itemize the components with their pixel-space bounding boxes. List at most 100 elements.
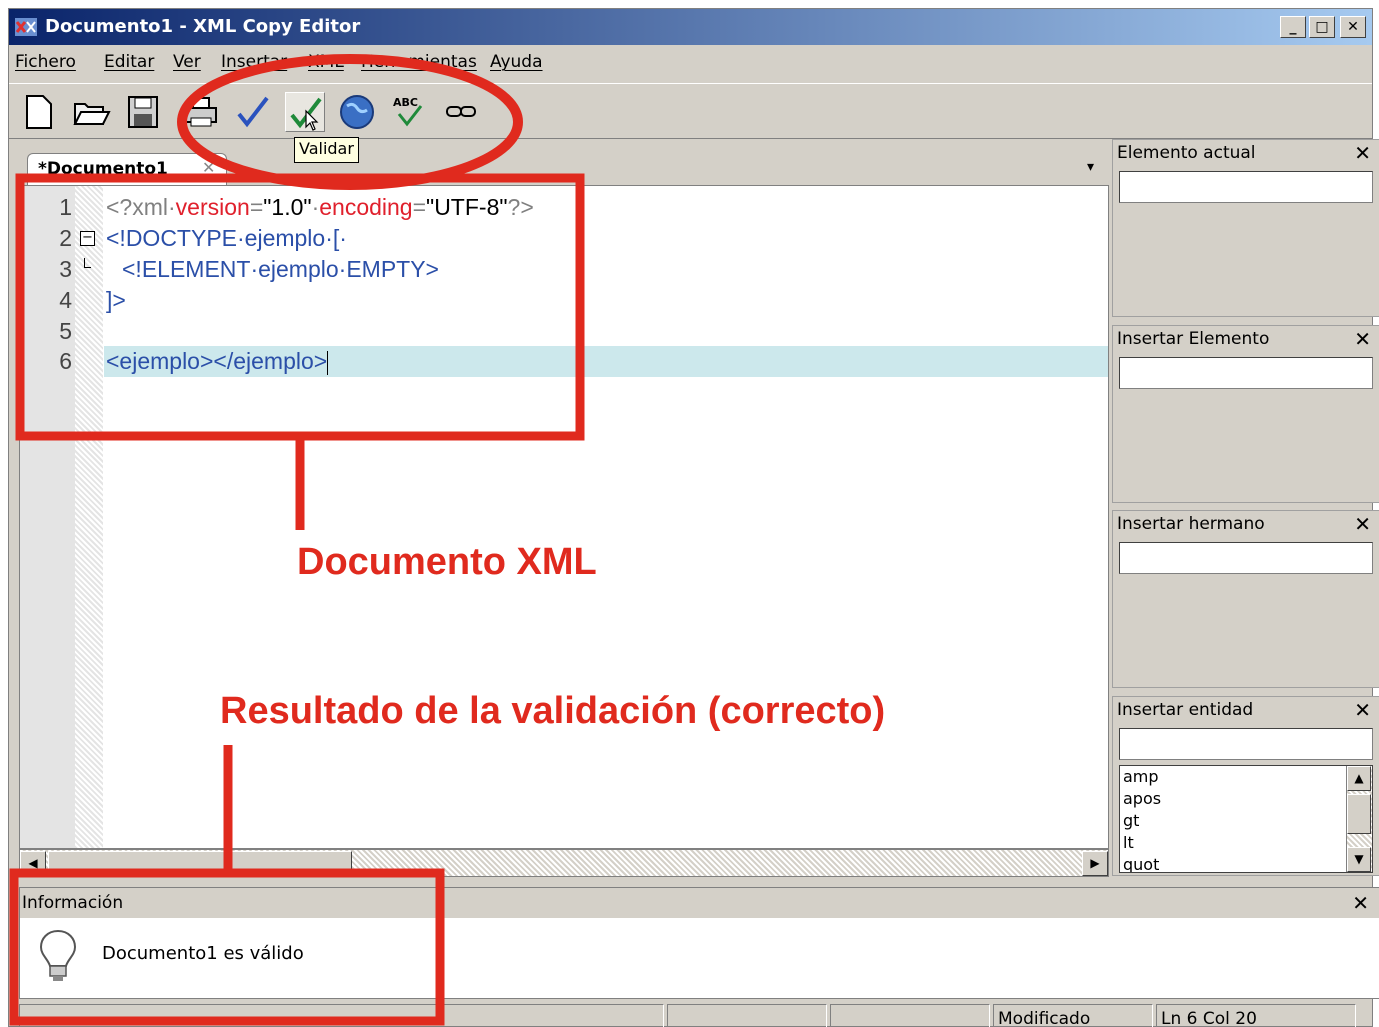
code-line-2: <!DOCTYPE·ejemplo·[· — [106, 225, 347, 251]
print-button[interactable] — [181, 92, 221, 132]
document-tabs: *Documento1 ✕ ▾ — [19, 147, 1109, 187]
print-icon — [185, 97, 217, 127]
svg-text:ABC: ABC — [393, 96, 418, 109]
line-number: 5 — [59, 318, 72, 344]
maximize-button[interactable]: □ — [1309, 16, 1335, 38]
window-title: Documento1 - XML Copy Editor — [45, 16, 361, 37]
insertar-hermano-field[interactable] — [1119, 542, 1373, 574]
minimize-button[interactable]: _ — [1280, 16, 1306, 38]
close-window-button[interactable]: ✕ — [1340, 16, 1366, 38]
elemento-actual-field[interactable] — [1119, 171, 1373, 203]
menu-bar: Fichero Editar Ver Insertar XML Herramie… — [9, 49, 1372, 79]
panel-close-icon[interactable]: ✕ — [1354, 141, 1371, 165]
list-item[interactable]: apos — [1120, 788, 1372, 810]
list-item[interactable]: gt — [1120, 810, 1372, 832]
list-item[interactable]: quot — [1120, 854, 1372, 872]
info-title: Información — [22, 893, 124, 913]
info-header: Información ✕ — [20, 888, 1379, 918]
check-wellformed-button[interactable] — [233, 92, 273, 132]
panel-title: Insertar hermano — [1117, 514, 1265, 534]
app-window: Documento1 - XML Copy Editor _ □ ✕ Fiche… — [8, 8, 1379, 1027]
panel-title: Insertar entidad — [1117, 700, 1254, 720]
menu-editar[interactable]: Editar — [104, 52, 154, 72]
scroll-down-icon[interactable]: ▼ — [1347, 847, 1371, 872]
panel-insertar-hermano: Insertar hermano ✕ — [1112, 510, 1379, 688]
menu-xml[interactable]: XML — [308, 52, 344, 72]
scroll-thumb[interactable] — [48, 851, 352, 876]
fold-toggle-icon[interactable]: − — [80, 231, 95, 246]
info-close-icon[interactable]: ✕ — [1352, 891, 1369, 915]
fold-end-icon — [84, 258, 91, 268]
menu-herramientas[interactable]: Herramientas — [361, 52, 477, 72]
panel-title: Elemento actual — [1117, 143, 1256, 163]
toolbar: ABC — [9, 83, 1372, 139]
new-document-icon — [26, 95, 52, 129]
status-position: Ln 6 Col 20 — [1156, 1004, 1356, 1027]
line-number: 3 — [59, 256, 72, 282]
scroll-left-icon[interactable]: ◀ — [20, 851, 46, 876]
panel-title: Insertar Elemento — [1117, 329, 1270, 349]
horizontal-scrollbar[interactable]: ◀ ▶ — [19, 849, 1109, 877]
insertar-entidad-field[interactable] — [1119, 728, 1373, 760]
panel-close-icon[interactable]: ✕ — [1354, 327, 1371, 351]
scroll-right-icon[interactable]: ▶ — [1082, 851, 1108, 876]
save-icon — [128, 96, 158, 128]
code-line-4: ]> — [106, 287, 126, 313]
validation-message: Documento1 es válido — [102, 943, 304, 964]
validate-button[interactable] — [285, 92, 325, 132]
status-bar: Modificado Ln 6 Col 20 — [19, 1004, 1379, 1027]
annotation-result-label: Resultado de la validación (correcto) — [220, 690, 886, 732]
app-logo-icon — [15, 18, 37, 36]
browser-preview-button[interactable] — [337, 92, 377, 132]
open-button[interactable] — [71, 92, 111, 132]
xml-editor[interactable]: 1 2 3 4 5 6 − <?xml·version="1.0"·encodi… — [19, 185, 1109, 849]
validate-tooltip: Validar — [294, 137, 359, 163]
panel-insertar-entidad: Insertar entidad ✕ amp apos gt lt quot ▲… — [1112, 696, 1379, 876]
scroll-thumb[interactable] — [1347, 794, 1371, 834]
line-number: 2 — [59, 225, 72, 251]
new-document-button[interactable] — [19, 92, 59, 132]
panel-close-icon[interactable]: ✕ — [1354, 512, 1371, 536]
line-number: 6 — [59, 348, 72, 374]
code-line-3: <!ELEMENT·ejemplo·EMPTY> — [122, 256, 439, 282]
status-modified: Modificado — [993, 1004, 1153, 1027]
fold-margin — [75, 186, 103, 848]
insertar-elemento-field[interactable] — [1119, 357, 1373, 389]
tab-documento1[interactable]: *Documento1 ✕ — [27, 153, 227, 187]
tab-label: *Documento1 — [38, 159, 168, 179]
save-button[interactable] — [123, 92, 163, 132]
validate-icon — [290, 97, 322, 131]
panel-elemento-actual: Elemento actual ✕ — [1112, 139, 1379, 317]
line-number: 4 — [59, 287, 72, 313]
status-cell-empty — [667, 1004, 827, 1027]
title-bar: Documento1 - XML Copy Editor _ □ ✕ — [9, 9, 1372, 45]
menu-ayuda[interactable]: Ayuda — [490, 52, 543, 72]
tab-close-icon[interactable]: ✕ — [202, 158, 215, 177]
open-folder-icon — [73, 103, 111, 125]
text-caret — [327, 350, 329, 375]
menu-insertar[interactable]: Insertar — [221, 52, 287, 72]
spellcheck-button[interactable]: ABC — [389, 92, 429, 132]
panel-close-icon[interactable]: ✕ — [1354, 698, 1371, 722]
code-line-6: <ejemplo></ejemplo> — [106, 348, 329, 375]
annotation-document-label: Documento XML — [297, 541, 597, 583]
link-button[interactable] — [441, 92, 481, 132]
panel-insertar-elemento: Insertar Elemento ✕ — [1112, 325, 1379, 503]
lightbulb-icon — [39, 929, 77, 981]
status-cell-empty — [830, 1004, 990, 1027]
status-cell-main — [19, 1004, 664, 1027]
code-line-1: <?xml·version="1.0"·encoding="UTF-8"?> — [106, 194, 534, 220]
list-item[interactable]: amp — [1120, 766, 1372, 788]
line-number: 1 — [59, 194, 72, 220]
tab-menu-arrow-icon[interactable]: ▾ — [1087, 159, 1094, 175]
link-icon — [446, 106, 476, 117]
entity-list-scrollbar[interactable]: ▲ ▼ — [1346, 766, 1372, 872]
scroll-up-icon[interactable]: ▲ — [1347, 766, 1371, 791]
entity-list[interactable]: amp apos gt lt quot ▲ ▼ — [1119, 765, 1373, 873]
list-item[interactable]: lt — [1120, 832, 1372, 854]
globe-icon — [340, 95, 374, 129]
menu-fichero[interactable]: Fichero — [15, 52, 76, 72]
check-wellformed-icon — [237, 96, 269, 128]
info-panel: Información ✕ Documento1 es válido — [19, 887, 1379, 999]
menu-ver[interactable]: Ver — [173, 52, 201, 72]
